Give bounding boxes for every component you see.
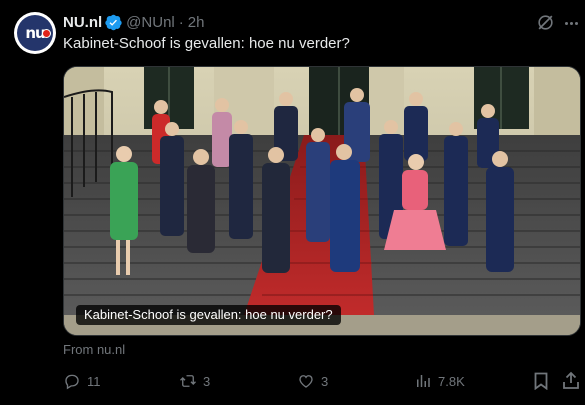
- reply-button[interactable]: 11: [63, 370, 101, 392]
- media-caption: Kabinet-Schoof is gevallen: hoe nu verde…: [76, 305, 341, 325]
- like-count: 3: [321, 373, 329, 389]
- separator-dot: ·: [178, 13, 184, 31]
- bookmark-icon[interactable]: [533, 372, 549, 390]
- retweet-count: 3: [203, 373, 211, 389]
- like-button[interactable]: 3: [297, 370, 328, 392]
- retweet-button[interactable]: 3: [179, 370, 210, 392]
- views-count: 7.8K: [438, 373, 465, 389]
- tweet-media[interactable]: Kabinet-Schoof is gevallen: hoe nu verde…: [63, 66, 581, 336]
- tweet-header: NU.nl @NUnl · 2h: [63, 12, 204, 32]
- more-options-icon[interactable]: [563, 13, 579, 33]
- timestamp[interactable]: 2h: [188, 14, 205, 31]
- avatar[interactable]: nu: [14, 12, 56, 54]
- retweet-icon: [180, 375, 196, 387]
- share-icon[interactable]: [562, 371, 580, 390]
- grok-icon[interactable]: [536, 13, 555, 32]
- tweet[interactable]: nu NU.nl @NUnl · 2h Kabinet-Schoof is ge…: [0, 0, 585, 405]
- reply-icon: [65, 374, 79, 390]
- tweet-actions: 11 3 3 7.8K: [63, 370, 581, 392]
- reply-count: 11: [87, 373, 101, 389]
- logo-dot: [42, 29, 51, 38]
- views-button[interactable]: 7.8K: [414, 370, 465, 392]
- handle[interactable]: @NUnl: [126, 14, 175, 31]
- nu-logo: nu: [17, 15, 53, 51]
- display-name[interactable]: NU.nl: [63, 14, 102, 31]
- tweet-text: Kabinet-Schoof is gevallen: hoe nu verde…: [63, 35, 350, 52]
- heart-icon: [299, 375, 313, 388]
- analytics-icon: [417, 375, 430, 387]
- cabinet-group-photo: [64, 67, 580, 335]
- link-source[interactable]: From nu.nl: [63, 342, 125, 357]
- verified-badge-icon[interactable]: [105, 14, 122, 31]
